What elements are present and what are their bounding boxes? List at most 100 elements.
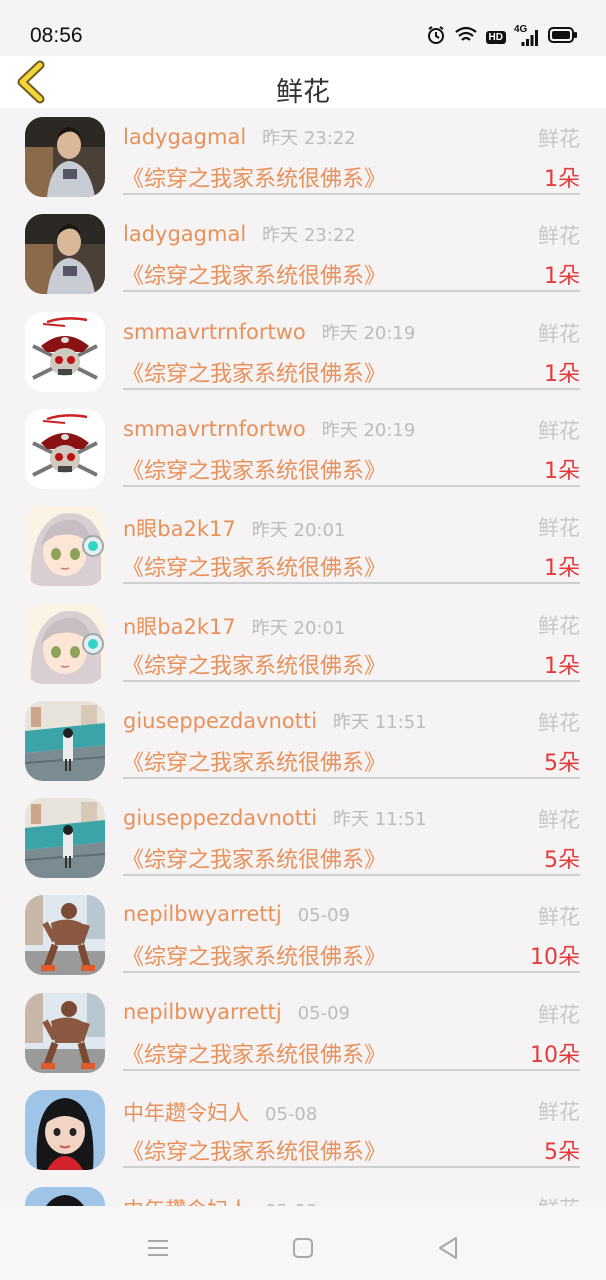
divider — [123, 388, 580, 390]
divider — [123, 485, 580, 487]
list-item[interactable]: 中年趱令妇人05-08 鲜花 《综穿之我家系统很佛系》 5朵 — [0, 1178, 606, 1206]
avatar[interactable] — [25, 506, 105, 586]
divider — [123, 582, 580, 584]
divider — [123, 971, 580, 973]
avatar[interactable] — [25, 993, 105, 1073]
username: nepilbwyarrettj 05-09 — [123, 1000, 350, 1024]
status-time: 08:56 — [30, 24, 83, 47]
divider — [123, 290, 580, 292]
hd-icon: HD — [485, 30, 506, 44]
back-triangle-icon — [439, 1237, 457, 1259]
avatar[interactable] — [25, 1090, 105, 1170]
divider — [123, 777, 580, 779]
timestamp: 昨天 20:01 — [251, 618, 346, 639]
book-title[interactable]: 《综穿之我家系统很佛系》 — [122, 648, 386, 680]
gift-quantity: 1朵 — [544, 654, 580, 679]
gift-type: 鲜花 — [538, 905, 580, 929]
gift-type: 鲜花 — [538, 322, 580, 346]
gift-type: 鲜花 — [538, 224, 580, 248]
list-item[interactable]: nepilbwyarrettj 05-09 鲜花 《综穿之我家系统很佛系》 10朵 — [0, 886, 606, 983]
avatar[interactable] — [25, 117, 105, 197]
header: 鲜花 — [0, 56, 606, 108]
status-icons: HD 4G — [426, 24, 578, 48]
username-text: n眼ba2k17 — [123, 517, 236, 541]
username-text: 中年趱令妇人 — [123, 1101, 249, 1125]
timestamp: 昨天 11:51 — [333, 712, 427, 733]
gift-type: 鲜花 — [538, 711, 580, 735]
username: giuseppezdavnotti 昨天 11:51 — [123, 708, 427, 734]
username-text: giuseppezdavnotti — [123, 709, 318, 733]
book-title[interactable]: 《综穿之我家系统很佛系》 — [122, 453, 386, 485]
timestamp: 05-09 — [297, 905, 351, 926]
home-square-icon — [293, 1238, 313, 1258]
username-text: nepilbwyarrettj — [123, 1000, 282, 1024]
avatar[interactable] — [25, 895, 105, 975]
status-bar: 08:56 HD 4G — [0, 0, 606, 56]
list-item[interactable]: n眼ba2k17 昨天 20:01 鲜花 《综穿之我家系统很佛系》 1朵 — [0, 595, 606, 692]
avatar[interactable] — [25, 1187, 105, 1206]
username: smmavrtrnfortwo 昨天 20:19 — [123, 416, 415, 442]
gift-quantity: 1朵 — [544, 556, 580, 581]
gift-type: 鲜花 — [538, 516, 580, 540]
gift-type: 鲜花 — [538, 1193, 580, 1206]
username-text: ladygagmal — [123, 125, 247, 149]
gift-quantity: 10朵 — [530, 1043, 580, 1068]
list-item[interactable]: ladygagmal 昨天 23:22 鲜花 《综穿之我家系统很佛系》 1朵 — [0, 108, 606, 205]
avatar[interactable] — [25, 604, 105, 684]
timestamp: 昨天 20:01 — [251, 520, 346, 541]
username: smmavrtrnfortwo 昨天 20:19 — [123, 319, 415, 345]
list-item[interactable]: 中年趱令妇人05-08 鲜花 《综穿之我家系统很佛系》 5朵 — [0, 1081, 606, 1178]
book-title[interactable]: 《综穿之我家系统很佛系》 — [122, 745, 386, 777]
list-item[interactable]: smmavrtrnfortwo 昨天 20:19 鲜花 《综穿之我家系统很佛系》 … — [0, 400, 606, 497]
username: n眼ba2k17 昨天 20:01 — [123, 513, 345, 543]
list-item[interactable]: nepilbwyarrettj 05-09 鲜花 《综穿之我家系统很佛系》 10朵 — [0, 984, 606, 1081]
username: ladygagmal 昨天 23:22 — [123, 124, 356, 150]
timestamp: 昨天 23:22 — [262, 128, 356, 149]
list-item[interactable]: giuseppezdavnotti 昨天 11:51 鲜花 《综穿之我家系统很佛系… — [0, 692, 606, 789]
username-text: smmavrtrnfortwo — [123, 417, 306, 441]
book-title[interactable]: 《综穿之我家系统很佛系》 — [122, 939, 386, 971]
gift-quantity: 5朵 — [544, 848, 580, 873]
username-text: n眼ba2k17 — [123, 615, 236, 639]
avatar[interactable] — [25, 409, 105, 489]
timestamp: 昨天 23:22 — [262, 225, 356, 246]
back-nav-button[interactable] — [428, 1228, 468, 1268]
username-text: ladygagmal — [123, 222, 247, 246]
list-item[interactable]: n眼ba2k17 昨天 20:01 鲜花 《综穿之我家系统很佛系》 1朵 — [0, 497, 606, 594]
gift-type: 鲜花 — [538, 1100, 580, 1124]
timestamp: 05-09 — [297, 1003, 351, 1024]
username-text: 中年趱令妇人 — [123, 1198, 249, 1206]
avatar[interactable] — [25, 798, 105, 878]
avatar[interactable] — [25, 701, 105, 781]
menu-button[interactable] — [138, 1228, 178, 1268]
username: ladygagmal 昨天 23:22 — [123, 221, 356, 247]
home-button[interactable] — [283, 1228, 323, 1268]
divider — [123, 193, 580, 195]
book-title[interactable]: 《综穿之我家系统很佛系》 — [122, 161, 386, 193]
gift-quantity: 1朵 — [544, 264, 580, 289]
book-title[interactable]: 《综穿之我家系统很佛系》 — [122, 842, 386, 874]
book-title[interactable]: 《综穿之我家系统很佛系》 — [122, 1037, 386, 1069]
gift-quantity: 1朵 — [544, 167, 580, 192]
list-item[interactable]: ladygagmal 昨天 23:22 鲜花 《综穿之我家系统很佛系》 1朵 — [0, 205, 606, 302]
username: nepilbwyarrettj 05-09 — [123, 902, 350, 926]
timestamp: 昨天 20:19 — [321, 323, 416, 344]
book-title[interactable]: 《综穿之我家系统很佛系》 — [122, 356, 386, 388]
list-item[interactable]: giuseppezdavnotti 昨天 11:51 鲜花 《综穿之我家系统很佛系… — [0, 789, 606, 886]
book-title[interactable]: 《综穿之我家系统很佛系》 — [122, 550, 386, 582]
username: 中年趱令妇人05-08 — [123, 1194, 317, 1206]
divider — [123, 874, 580, 876]
book-title[interactable]: 《综穿之我家系统很佛系》 — [122, 1134, 386, 1166]
username: n眼ba2k17 昨天 20:01 — [123, 611, 345, 641]
list-item[interactable]: smmavrtrnfortwo 昨天 20:19 鲜花 《综穿之我家系统很佛系》 … — [0, 303, 606, 400]
4g-signal-icon: 4G — [514, 24, 540, 47]
avatar[interactable] — [25, 214, 105, 294]
username-text: smmavrtrnfortwo — [123, 320, 306, 344]
divider — [123, 680, 580, 682]
flower-gift-list: ladygagmal 昨天 23:22 鲜花 《综穿之我家系统很佛系》 1朵 la… — [0, 108, 606, 1206]
book-title[interactable]: 《综穿之我家系统很佛系》 — [122, 258, 386, 290]
username: giuseppezdavnotti 昨天 11:51 — [123, 805, 427, 831]
page-title: 鲜花 — [276, 77, 330, 108]
avatar[interactable] — [25, 312, 105, 392]
wifi-icon — [454, 26, 478, 48]
